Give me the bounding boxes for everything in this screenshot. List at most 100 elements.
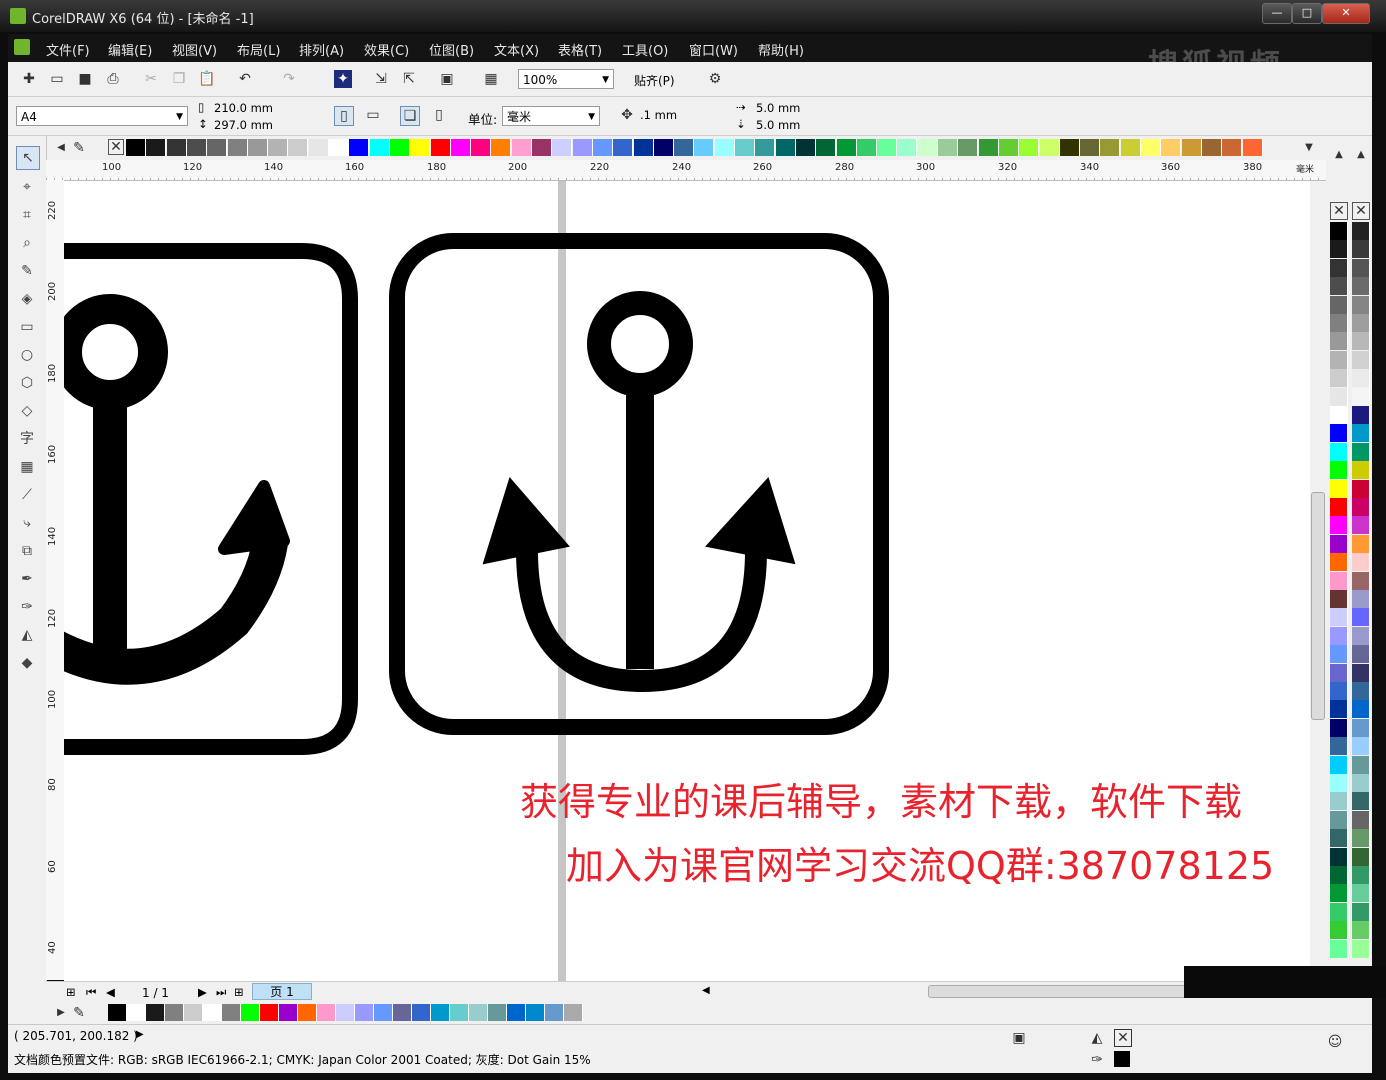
color-swatch[interactable]: [1352, 222, 1370, 240]
color-profile-info[interactable]: 文档颜色预置文件: RGB: sRGB IEC61966-2.1; CMYK: …: [14, 1051, 591, 1068]
color-swatch[interactable]: [877, 139, 898, 156]
menu-effects[interactable]: 效果(C): [364, 40, 409, 59]
vertical-ruler[interactable]: 220 200 180 160 140 120 100 80 60 40: [46, 180, 65, 980]
color-swatch[interactable]: [1330, 387, 1348, 406]
color-swatch[interactable]: [564, 1004, 583, 1021]
color-swatch[interactable]: [1330, 829, 1348, 848]
color-swatch[interactable]: [532, 139, 552, 156]
color-swatch[interactable]: [572, 139, 593, 156]
page-height-field[interactable]: 297.0 mm: [214, 118, 273, 132]
color-swatch[interactable]: [430, 139, 451, 156]
color-swatch[interactable]: [1330, 792, 1348, 811]
page-tab[interactable]: 页 1: [252, 983, 312, 1000]
color-swatch[interactable]: [1352, 755, 1370, 774]
menu-edit[interactable]: 编辑(E): [108, 40, 152, 59]
palette-scroll-up-icon[interactable]: ▲: [1352, 146, 1370, 164]
color-swatch[interactable]: [1141, 139, 1161, 156]
duplicate-distance-x-field[interactable]: 5.0 mm: [756, 101, 800, 115]
color-swatch[interactable]: [714, 139, 735, 156]
color-swatch[interactable]: [1330, 424, 1348, 443]
color-swatch[interactable]: [1352, 387, 1370, 406]
color-swatch[interactable]: [1330, 222, 1348, 240]
add-page-after-icon[interactable]: ⊞: [234, 985, 244, 999]
color-swatch[interactable]: [1352, 847, 1370, 866]
basic-shapes-tool-icon[interactable]: ◇: [16, 400, 38, 422]
color-swatch[interactable]: [1330, 921, 1348, 940]
color-swatch[interactable]: [410, 139, 431, 156]
color-swatch[interactable]: [1330, 737, 1348, 756]
color-swatch[interactable]: [694, 139, 715, 156]
color-swatch[interactable]: [1330, 516, 1348, 535]
table-tool-icon[interactable]: ▦: [16, 456, 38, 478]
color-swatch[interactable]: [431, 1004, 450, 1021]
color-swatch[interactable]: [207, 139, 228, 156]
color-swatch[interactable]: [329, 139, 349, 156]
color-swatch[interactable]: [227, 139, 248, 156]
expand-arrow-icon[interactable]: ▶: [136, 1029, 144, 1040]
color-swatch[interactable]: [146, 1004, 165, 1021]
color-swatch[interactable]: [1352, 277, 1370, 296]
color-swatch[interactable]: [1039, 139, 1060, 156]
scroll-left-icon[interactable]: ◀: [702, 985, 710, 996]
menu-window[interactable]: 窗口(W): [689, 40, 738, 59]
color-swatch[interactable]: [545, 1004, 564, 1021]
page-size-dropdown[interactable]: A4 ▼: [16, 106, 188, 126]
color-swatch[interactable]: [552, 139, 573, 156]
menu-tools[interactable]: 工具(O): [622, 40, 668, 59]
menu-table[interactable]: 表格(T): [558, 40, 602, 59]
color-swatch[interactable]: [1181, 139, 1202, 156]
color-swatch[interactable]: [1352, 718, 1370, 737]
color-swatch[interactable]: [1352, 314, 1370, 332]
color-swatch[interactable]: [1330, 553, 1348, 572]
color-swatch[interactable]: [471, 139, 492, 156]
color-swatch[interactable]: [1352, 350, 1370, 369]
color-swatch[interactable]: [1352, 737, 1370, 756]
color-swatch[interactable]: [1330, 442, 1348, 461]
color-swatch[interactable]: [1330, 295, 1348, 314]
color-swatch[interactable]: [241, 1004, 260, 1021]
color-swatch[interactable]: [1352, 553, 1370, 572]
color-swatch[interactable]: [1330, 406, 1348, 424]
color-swatch[interactable]: [1330, 884, 1348, 903]
eyedropper-icon[interactable]: ✎: [70, 1004, 88, 1022]
color-swatch[interactable]: [653, 139, 674, 156]
color-swatch[interactable]: [1352, 645, 1370, 664]
color-swatch[interactable]: [1352, 332, 1370, 351]
color-swatch[interactable]: [1352, 626, 1370, 645]
application-launcher-icon[interactable]: ▣: [438, 70, 456, 88]
color-swatch[interactable]: [1330, 590, 1348, 608]
dimension-tool-icon[interactable]: ⟋: [16, 484, 38, 506]
minimize-button[interactable]: —: [1262, 3, 1292, 24]
color-swatch[interactable]: [146, 139, 167, 156]
color-swatch[interactable]: [1352, 424, 1370, 443]
polygon-tool-icon[interactable]: ⬡: [16, 372, 38, 394]
color-swatch[interactable]: [1352, 369, 1370, 388]
blend-tool-icon[interactable]: ⧉: [16, 540, 38, 562]
color-swatch[interactable]: [1352, 810, 1370, 829]
color-swatch[interactable]: [1352, 939, 1370, 958]
color-swatch[interactable]: [1352, 682, 1370, 700]
color-swatch[interactable]: [1330, 939, 1348, 958]
color-swatch[interactable]: [1201, 139, 1222, 156]
color-swatch[interactable]: [184, 1004, 203, 1021]
menu-bitmaps[interactable]: 位图(B): [429, 40, 474, 59]
fill-tool-icon[interactable]: ◭: [16, 624, 38, 646]
open-icon[interactable]: ▭: [48, 70, 66, 88]
palette-scroll-left-icon[interactable]: ◀: [52, 139, 70, 157]
units-dropdown[interactable]: 毫米 ▼: [502, 106, 600, 126]
color-swatch[interactable]: [1019, 139, 1040, 156]
color-swatch[interactable]: [755, 139, 776, 156]
ellipse-tool-icon[interactable]: ○: [16, 344, 38, 366]
first-page-icon[interactable]: ⏮: [86, 985, 96, 1000]
eyedropper-icon[interactable]: ✎: [70, 139, 88, 157]
no-fill-swatch[interactable]: ✕: [1330, 202, 1348, 220]
copy-icon[interactable]: ❐: [170, 70, 188, 88]
color-swatch[interactable]: [1352, 774, 1370, 792]
color-swatch[interactable]: [1352, 792, 1370, 811]
cut-icon[interactable]: ✂: [142, 70, 160, 88]
color-swatch[interactable]: [836, 139, 857, 156]
user-icon[interactable]: ☺: [1326, 1033, 1344, 1051]
menu-text[interactable]: 文本(X): [494, 40, 539, 59]
menu-file[interactable]: 文件(F): [46, 40, 90, 59]
color-swatch[interactable]: [186, 139, 207, 156]
